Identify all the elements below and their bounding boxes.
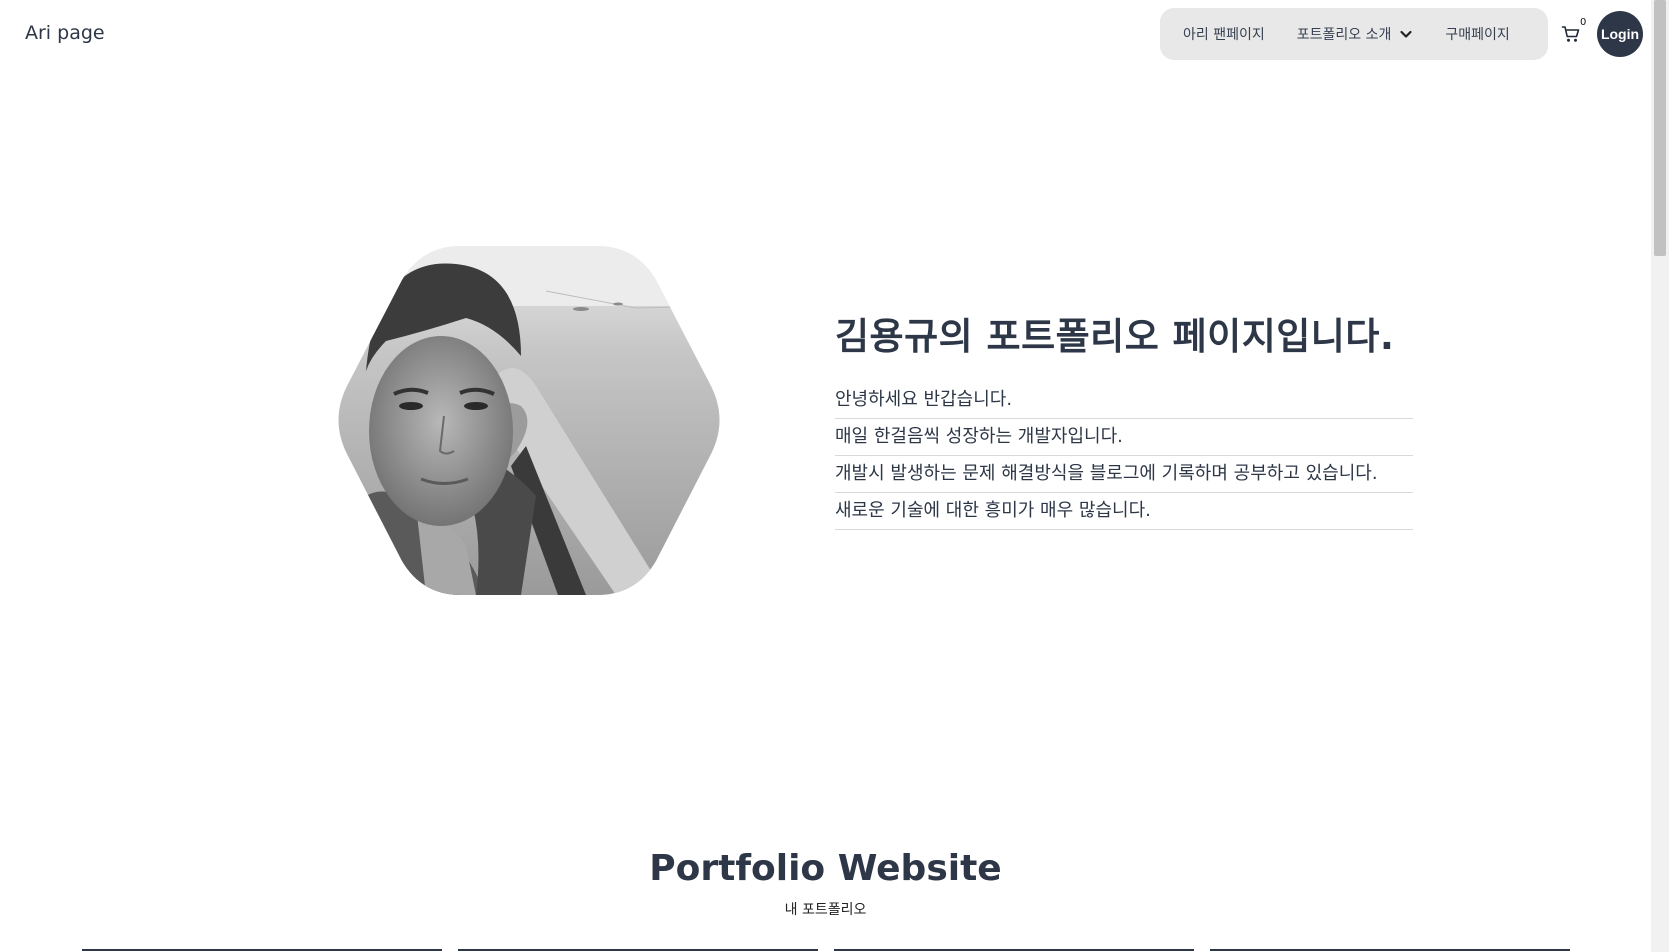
intro-line: 개발시 발생하는 문제 해결방식을 블로그에 기록하며 공부하고 있습니다. [835,456,1413,493]
hero-title: 김용규의 포트폴리오 페이지입니다. [835,315,1395,358]
page: Ari page 아리 팬페이지 포트폴리오 소개 구매페이지 0 Login [0,0,1651,952]
nav-item-portfolio-intro[interactable]: 포트폴리오 소개 [1297,24,1414,44]
main-nav: 아리 팬페이지 포트폴리오 소개 구매페이지 [1160,8,1548,60]
cart-icon[interactable] [1561,24,1581,44]
portfolio-card[interactable] [834,949,1194,951]
portfolio-section-title: Portfolio Website [649,848,1002,889]
page-scrollbar[interactable] [1651,0,1669,952]
nav-item-purchase[interactable]: 구매페이지 [1445,24,1509,44]
hero-intro-list: 안녕하세요 반갑습니다. 매일 한걸음씩 성장하는 개발자입니다. 개발시 발생… [835,382,1413,530]
cart-count-badge: 0 [1580,17,1587,28]
chevron-down-icon [1400,30,1412,38]
intro-line: 새로운 기술에 대한 흥미가 매우 많습니다. [835,493,1413,530]
portfolio-section-subtitle: 내 포트폴리오 [784,902,867,918]
portfolio-card[interactable] [1210,949,1570,951]
portfolio-card[interactable] [458,949,818,951]
intro-line: 안녕하세요 반갑습니다. [835,382,1413,419]
nav-item-fanpage[interactable]: 아리 팬페이지 [1183,24,1265,44]
intro-line: 매일 한걸음씩 성장하는 개발자입니다. [835,419,1413,456]
brand-logo[interactable]: Ari page [25,22,105,44]
nav-item-label: 구매페이지 [1445,27,1510,43]
nav-item-label: 포트폴리오 소개 [1296,27,1392,43]
portfolio-card[interactable] [82,949,442,951]
login-button[interactable]: Login [1597,11,1643,57]
nav-item-label: 아리 팬페이지 [1183,27,1265,43]
hero-text: 김용규의 포트폴리오 페이지입니다. 안녕하세요 반갑습니다. 매일 한걸음씩 … [835,306,1413,530]
profile-photo [338,246,720,595]
scrollbar-thumb[interactable] [1654,0,1666,256]
